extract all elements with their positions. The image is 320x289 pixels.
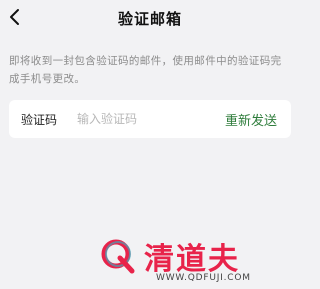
verification-code-row: 验证码 重新发送	[9, 100, 291, 138]
code-field-label: 验证码	[21, 113, 58, 127]
watermark-url: WWW.QDFUJI.COM	[156, 273, 251, 283]
instruction-text: 即将收到一封包含验证码的邮件，使用邮件中的验证码完成手机号更改。	[9, 55, 282, 85]
page-title: 验证邮箱	[117, 10, 182, 28]
navigation-bar: 验证邮箱	[0, 0, 300, 36]
q-logo-icon	[100, 238, 136, 274]
verification-code-input[interactable]	[77, 108, 217, 130]
watermark-brand: 清道夫	[144, 242, 240, 277]
resend-button[interactable]: 重新发送	[225, 110, 277, 129]
watermark: 清道夫 WWW.QDFUJI.COM	[100, 236, 280, 288]
